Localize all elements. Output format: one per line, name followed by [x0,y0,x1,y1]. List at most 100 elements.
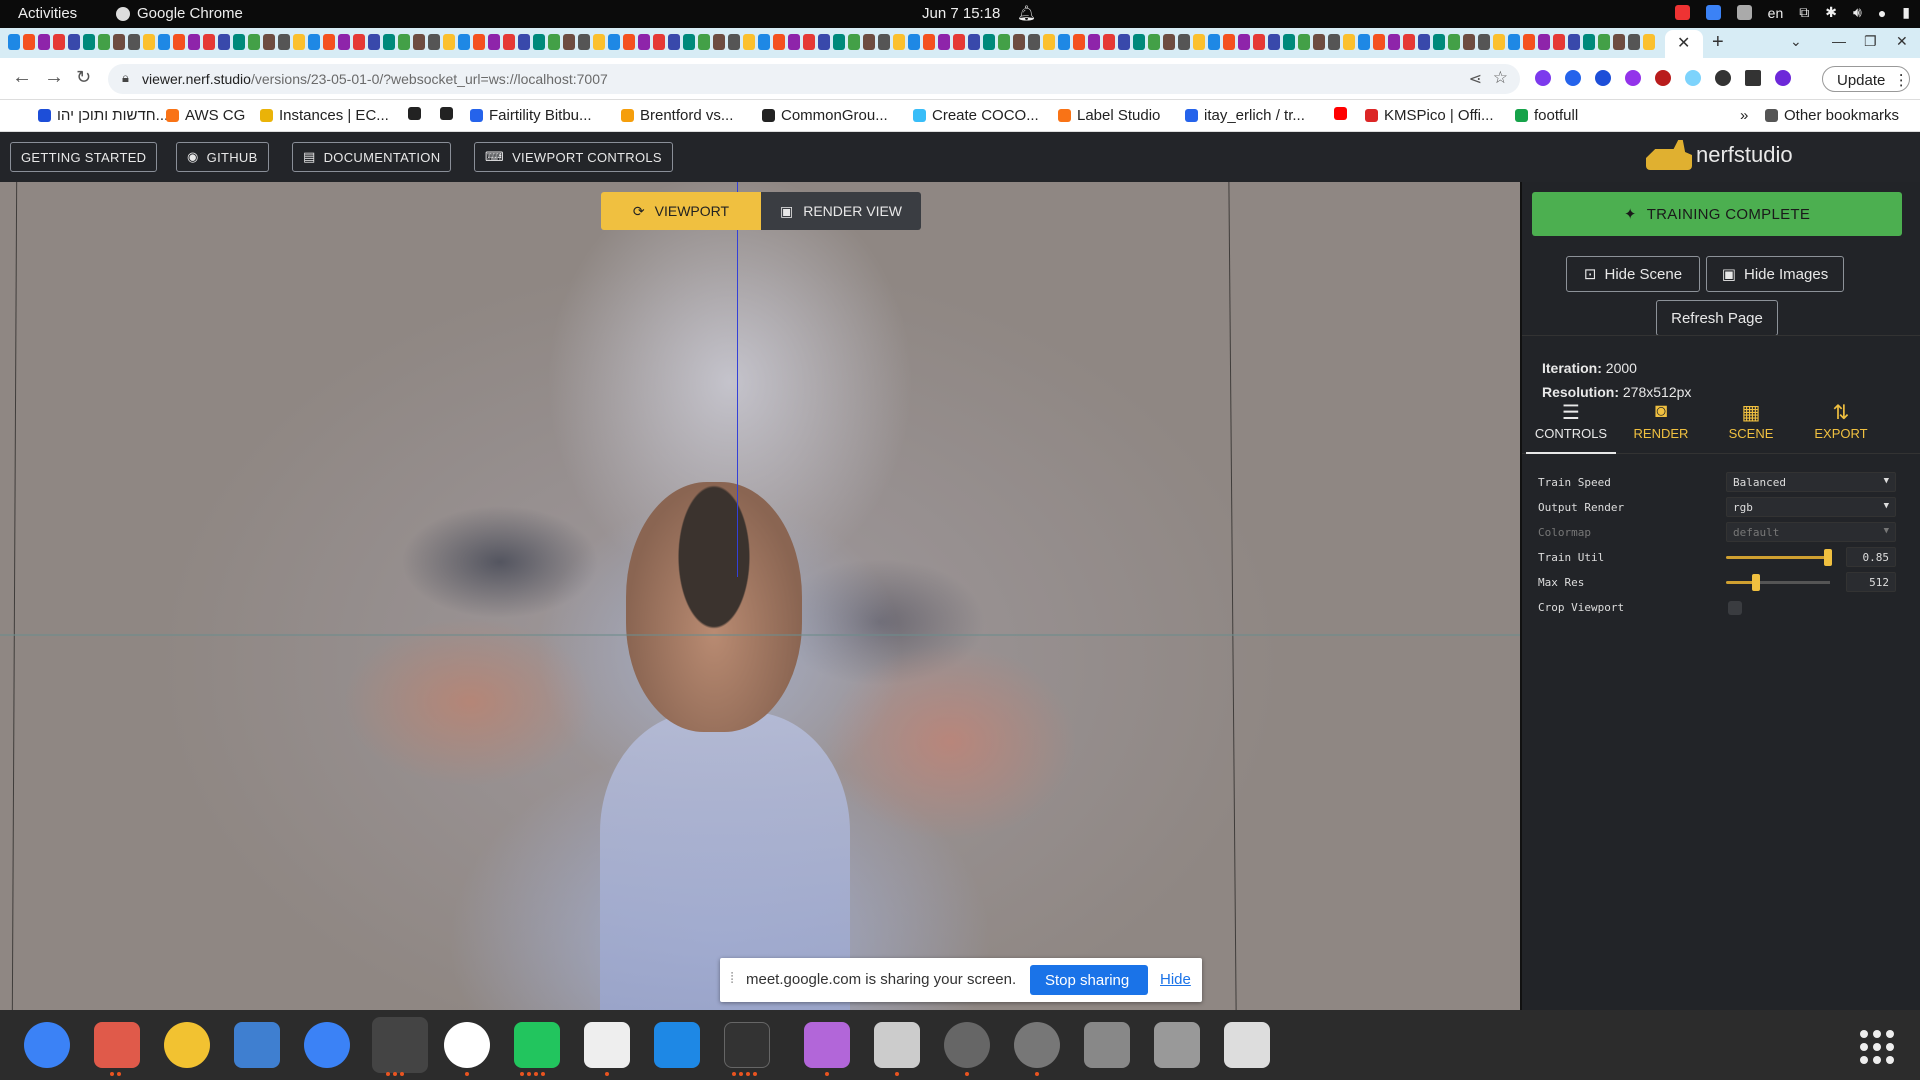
tab-favicon-icon[interactable] [1523,34,1535,50]
tab-favicon-icon[interactable] [1013,34,1025,50]
tab-favicon-icon[interactable] [1163,34,1175,50]
tab-favicon-icon[interactable] [1328,34,1340,50]
tab-favicon-icon[interactable] [623,34,635,50]
extension-icon[interactable] [1535,70,1551,86]
bookmark-star-icon[interactable]: ☆ [1493,68,1508,88]
tab-favicon-icon[interactable] [1313,34,1325,50]
close-window-icon[interactable]: ✕ [1896,33,1908,50]
github-button[interactable]: ◉ GITHUB [176,142,269,172]
network-icon[interactable]: ⧉ [1799,4,1809,21]
help-icon[interactable] [304,1022,350,1068]
tab-favicon-icon[interactable] [368,34,380,50]
bookmark-item[interactable]: Create COCO... [913,107,1039,124]
tab-favicon-icon[interactable] [698,34,710,50]
tab-favicon-icon[interactable] [863,34,875,50]
tab-favicon-icon[interactable] [1133,34,1145,50]
tab-favicon-icon[interactable] [578,34,590,50]
microphone-icon[interactable]: ● [1878,5,1886,21]
3d-viewport[interactable]: ⟳ VIEWPORT ▣ RENDER VIEW ⁞ meet.google.com… [0,182,1520,1010]
tab-favicon-icon[interactable] [758,34,770,50]
tab-favicon-icon[interactable] [548,34,560,50]
other-bookmarks[interactable]: Other bookmarks [1765,107,1899,124]
tab-favicon-icon[interactable] [1628,34,1640,50]
tab-favicon-icon[interactable] [998,34,1010,50]
tab-favicon-icon[interactable] [1583,34,1595,50]
trash-icon[interactable] [1224,1022,1270,1068]
extension-icon[interactable] [1595,70,1611,86]
tab-favicon-icon[interactable] [1613,34,1625,50]
tab-favicon-icon[interactable] [1508,34,1520,50]
extension-icons[interactable] [1535,70,1791,86]
extension-icon[interactable] [1565,70,1581,86]
hide-share-bar-link[interactable]: Hide [1160,971,1191,988]
puzzle-icon[interactable] [1715,70,1731,86]
tab-search-chevron-icon[interactable]: ⌄ [1790,33,1802,50]
tab-favicon-icon[interactable] [653,34,665,50]
slider-thumb[interactable] [1824,549,1832,566]
tab-favicon-icon[interactable] [1388,34,1400,50]
tab-favicon-icon[interactable] [488,34,500,50]
tray-shield-icon[interactable] [1705,5,1721,20]
tab-favicon-icon[interactable] [1568,34,1580,50]
tab-favicon-icon[interactable] [1553,34,1565,50]
tab-favicon-icon[interactable] [8,34,20,50]
back-arrow-icon[interactable]: ← [12,66,32,89]
close-tab-icon[interactable]: ✕ [1677,33,1690,53]
url-text[interactable]: viewer.nerf.studio/versions/23-05-01-0/?… [142,71,608,87]
tab-favicon-icon[interactable] [1298,34,1310,50]
minimize-window-icon[interactable]: — [1832,33,1846,49]
tray-slack-icon[interactable] [1736,5,1752,20]
tab-favicon-icon[interactable] [413,34,425,50]
tab-favicon-icon[interactable] [833,34,845,50]
volume-icon[interactable]: 🔊︎ [1853,4,1862,21]
bookmarks-overflow-chevron-icon[interactable]: » [1740,107,1748,124]
bookmark-item[interactable]: חדשות ותוכן יהו... [38,107,168,124]
terminal-icon[interactable] [724,1022,770,1068]
tab-favicon-icon[interactable] [908,34,920,50]
tab-favicon-icon[interactable] [1493,34,1505,50]
tab-favicon-icon[interactable] [1358,34,1370,50]
tab-favicon-icon[interactable] [683,34,695,50]
pycharm-icon[interactable] [514,1022,560,1068]
tab-favicon-icon[interactable] [533,34,545,50]
battery-icon[interactable]: ▮ [1902,4,1910,21]
tab-favicon-icon[interactable] [1448,34,1460,50]
documentation-button[interactable]: ▤ DOCUMENTATION [292,142,452,172]
tab-favicon-icon[interactable] [953,34,965,50]
language-indicator[interactable]: en [1768,5,1784,21]
tab-favicon-icon[interactable] [1028,34,1040,50]
hide-images-button[interactable]: ▣ Hide Images [1706,256,1844,292]
tab-favicon-icon[interactable] [893,34,905,50]
video-player-icon[interactable] [804,1022,850,1068]
new-tab-button[interactable]: + [1712,31,1724,54]
hide-scene-button[interactable]: ⊡ Hide Scene [1566,256,1700,292]
tray-app-icon[interactable] [1674,5,1690,20]
tab-favicon-icon[interactable] [668,34,680,50]
tab-favicon-icon[interactable] [1073,34,1085,50]
tab-favicon-icon[interactable] [1208,34,1220,50]
tab-favicon-icon[interactable] [248,34,260,50]
tab-favicon-icon[interactable] [83,34,95,50]
settings-gear-icon[interactable] [944,1022,990,1068]
tab-favicon-icon[interactable] [353,34,365,50]
crop-viewport-checkbox[interactable] [1728,601,1742,615]
tab-favicons[interactable] [8,34,1658,52]
tab-favicon-icon[interactable] [323,34,335,50]
tab-favicon-icon[interactable] [1433,34,1445,50]
thunderbird-icon[interactable] [24,1022,70,1068]
tab-favicon-icon[interactable] [938,34,950,50]
tab-controls[interactable]: ☰ CONTROLS [1526,392,1616,454]
bookmark-item[interactable] [440,107,453,120]
show-apps-grid-icon[interactable] [1860,1030,1894,1064]
tab-favicon-icon[interactable] [188,34,200,50]
tab-favicon-icon[interactable] [1178,34,1190,50]
tab-favicon-icon[interactable] [728,34,740,50]
tab-favicon-icon[interactable] [338,34,350,50]
profile-avatar[interactable] [1775,70,1791,86]
tab-favicon-icon[interactable] [1193,34,1205,50]
share-icon[interactable]: ⋖ [1469,69,1482,89]
active-app-menu[interactable]: Google Chrome [116,5,243,22]
output-render-select[interactable]: rgb ▼ [1726,497,1896,517]
tab-favicon-icon[interactable] [443,34,455,50]
tab-favicon-icon[interactable] [518,34,530,50]
